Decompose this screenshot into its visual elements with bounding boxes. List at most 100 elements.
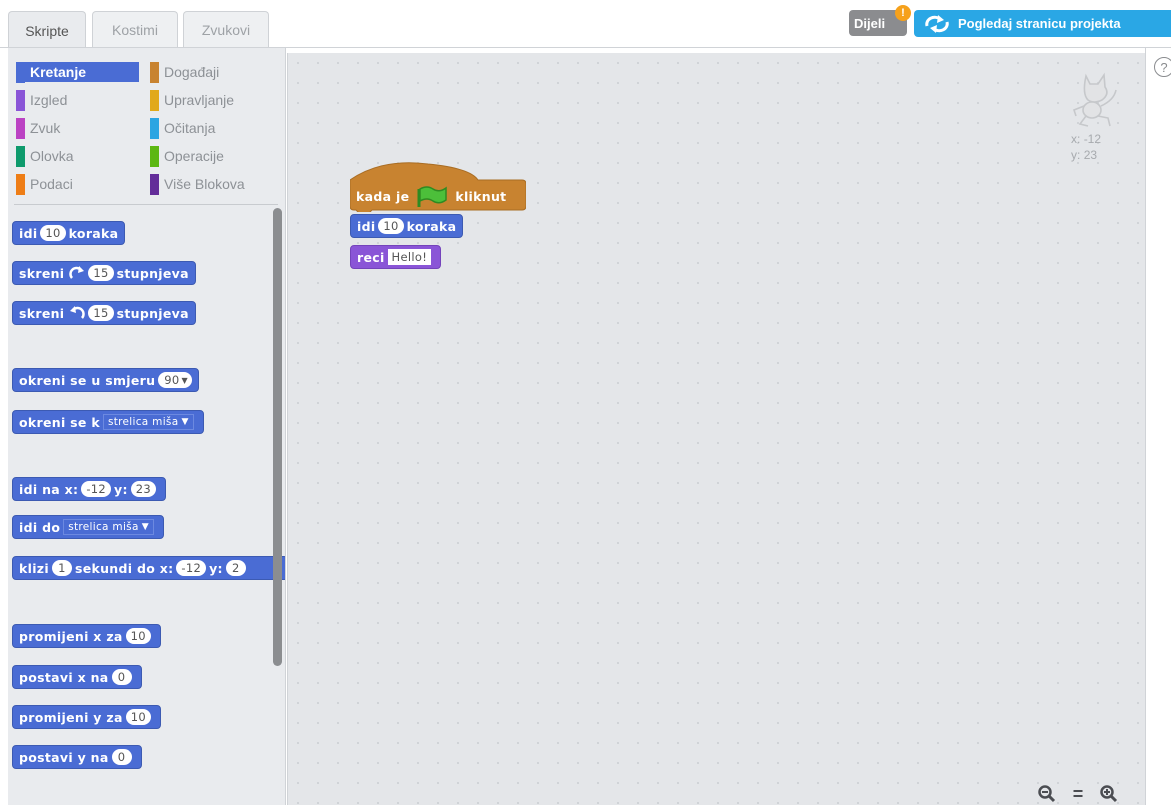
palette-scrollbar[interactable] — [273, 208, 282, 666]
block-palette: Kretanje Izgled Zvuk Olovka Podaci Događ… — [8, 48, 286, 805]
category-swatch — [16, 173, 25, 195]
block-turn-left[interactable]: skreni 15 stupnjeva — [12, 301, 196, 325]
block-set-y[interactable]: postavi y na 0 — [12, 745, 142, 769]
tab-scripts[interactable]: Skripte — [8, 11, 86, 49]
category-sound[interactable]: Zvuk — [16, 117, 61, 139]
sprite-x-readout: x: -12 — [1071, 132, 1101, 146]
dropdown-arrow-icon: ▼ — [181, 375, 188, 385]
block-go-to[interactable]: idi do strelica miša ▼ — [12, 515, 164, 539]
block-move-steps[interactable]: idi 10 koraka — [350, 214, 464, 238]
category-swatch — [150, 61, 159, 83]
block-move-steps[interactable]: idi 10 koraka — [12, 221, 126, 245]
see-project-page-label: Pogledaj stranicu projekta — [958, 16, 1121, 31]
block-text: stupnjeva — [116, 265, 189, 281]
category-control-label: Upravljanje — [164, 92, 235, 108]
block-set-x[interactable]: postavi x na 0 — [12, 665, 142, 689]
sprite-y-readout: y: 23 — [1071, 148, 1097, 162]
category-swatch — [16, 61, 25, 83]
value-input[interactable]: 0 — [111, 669, 132, 685]
block-change-y[interactable]: promijeni y za 10 — [12, 705, 161, 729]
y-input[interactable]: 2 — [225, 560, 246, 576]
block-when-flag-clicked[interactable]: kada je kliknut — [350, 181, 512, 211]
green-flag-icon — [417, 186, 448, 207]
category-sensing-label: Očitanja — [164, 120, 216, 136]
zoom-reset-button[interactable]: = — [1067, 784, 1089, 804]
block-text: skreni — [19, 305, 65, 321]
right-panel-edge — [1145, 48, 1171, 805]
tab-scripts-label: Skripte — [25, 22, 69, 39]
block-say[interactable]: reci Hello! — [350, 245, 442, 269]
category-sensing[interactable]: Očitanja — [150, 117, 216, 139]
category-looks[interactable]: Izgled — [16, 89, 68, 111]
dropdown-arrow-icon: ▼ — [181, 417, 189, 427]
category-more-blocks[interactable]: Više Blokova — [150, 173, 245, 195]
y-value: 23 — [1083, 148, 1098, 162]
category-swatch — [16, 89, 25, 111]
zoom-in-icon — [1100, 785, 1118, 803]
category-swatch — [150, 145, 159, 167]
y-input[interactable]: 23 — [130, 481, 156, 497]
value-input[interactable]: 0 — [111, 749, 132, 765]
category-looks-label: Izgled — [30, 92, 68, 108]
sprite-cat-icon — [1073, 72, 1117, 127]
steps-input[interactable]: 10 — [378, 218, 404, 234]
category-data[interactable]: Podaci — [16, 173, 73, 195]
category-control[interactable]: Upravljanje — [150, 89, 235, 111]
help-icon[interactable]: ? — [1154, 57, 1171, 77]
steps-input[interactable]: 10 — [40, 225, 66, 241]
x-input[interactable]: -12 — [81, 481, 112, 497]
category-swatch — [16, 117, 25, 139]
zoom-out-icon — [1038, 785, 1056, 803]
dropdown-arrow-icon: ▼ — [141, 522, 149, 532]
block-point-towards[interactable]: okreni se k strelica miša ▼ — [12, 410, 204, 434]
direction-dropdown[interactable]: 90 ▼ — [158, 372, 192, 388]
category-pen[interactable]: Olovka — [16, 145, 74, 167]
category-operators-label: Operacije — [164, 148, 224, 164]
share-button-label: Dijeli — [854, 15, 886, 31]
block-turn-right[interactable]: skreni 15 stupnjeva — [12, 261, 196, 285]
category-swatch — [16, 145, 25, 167]
block-text: kada je — [356, 188, 410, 204]
category-pen-label: Olovka — [30, 148, 74, 164]
degrees-input[interactable]: 15 — [88, 265, 114, 281]
zoom-out-button[interactable] — [1036, 784, 1058, 804]
block-text: y: — [209, 560, 223, 576]
category-motion[interactable]: Kretanje — [16, 61, 139, 83]
tab-costumes[interactable]: Kostimi — [92, 11, 178, 47]
zoom-in-button[interactable] — [1098, 784, 1120, 804]
category-motion-label: Kretanje — [30, 64, 87, 80]
category-events[interactable]: Događaji — [150, 61, 220, 83]
direction-value: 90 — [164, 373, 180, 387]
seconds-input[interactable]: 1 — [51, 560, 72, 576]
message-input[interactable]: Hello! — [387, 249, 432, 265]
block-text: idi — [357, 218, 376, 234]
target-dropdown[interactable]: strelica miša ▼ — [63, 519, 154, 535]
block-text: sekundi do x: — [74, 560, 174, 576]
block-text: reci — [357, 249, 385, 265]
category-operators[interactable]: Operacije — [150, 145, 224, 167]
block-text: postavi y na — [19, 749, 109, 765]
value-input[interactable]: 10 — [125, 628, 151, 644]
see-project-page-button[interactable]: Pogledaj stranicu projekta — [914, 10, 1171, 37]
target-dropdown[interactable]: strelica miša ▼ — [102, 414, 194, 430]
block-point-in-direction[interactable]: okreni se u smjeru 90 ▼ — [12, 368, 199, 392]
x-input[interactable]: -12 — [176, 560, 207, 576]
block-text: promijeni y za — [19, 709, 123, 725]
block-glide[interactable]: klizi 1 sekundi do x: -12 y: 2 — [12, 556, 285, 580]
y-label: y: — [1071, 148, 1081, 162]
target-value: strelica miša — [107, 416, 179, 428]
x-value: -12 — [1083, 132, 1102, 146]
rotate-clockwise-icon — [69, 266, 85, 279]
block-change-x[interactable]: promijeni x za 10 — [12, 624, 161, 648]
tab-sounds[interactable]: Zvukovi — [183, 11, 269, 47]
block-text: okreni se u smjeru — [19, 372, 156, 388]
category-sound-label: Zvuk — [30, 120, 61, 136]
value-input[interactable]: 10 — [125, 709, 151, 725]
category-events-label: Događaji — [164, 64, 220, 80]
degrees-input[interactable]: 15 — [88, 305, 114, 321]
block-go-to-xy[interactable]: idi na x: -12 y: 23 — [12, 477, 166, 501]
block-text: skreni — [19, 265, 65, 281]
rotate-counterclockwise-icon — [70, 306, 86, 319]
block-text: postavi x na — [19, 669, 109, 685]
block-text: koraka — [68, 225, 119, 241]
